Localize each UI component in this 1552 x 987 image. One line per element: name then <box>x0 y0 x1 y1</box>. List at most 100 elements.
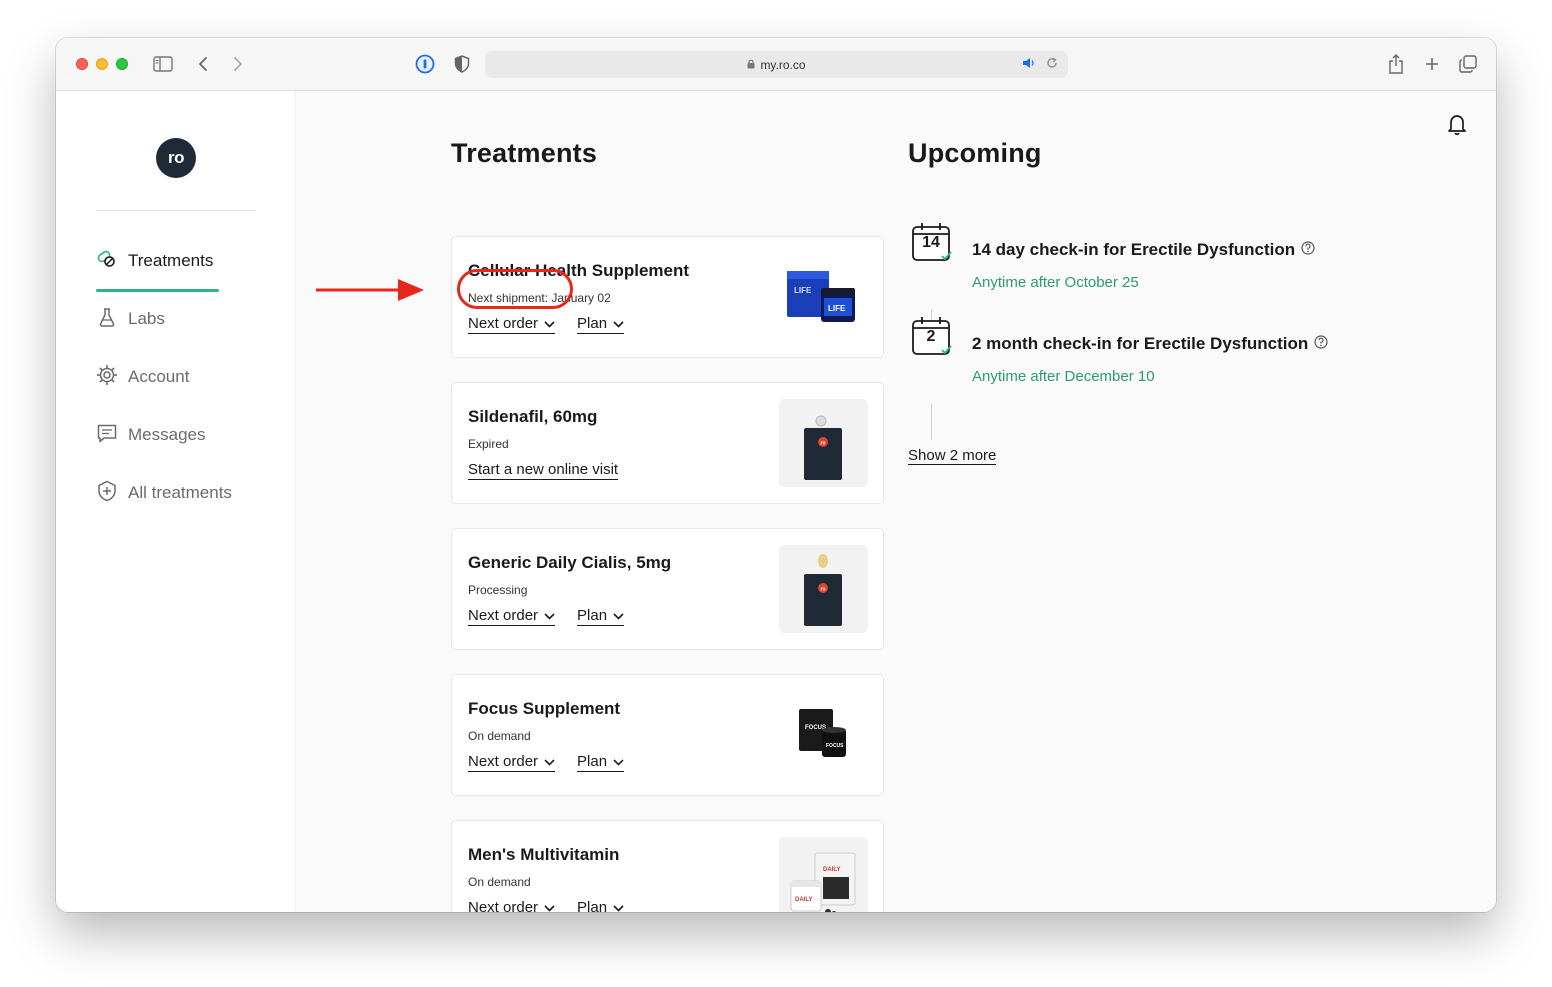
pill-icon <box>96 248 118 275</box>
chevron-down-icon <box>544 899 555 912</box>
plan-dropdown[interactable]: Plan <box>577 607 625 626</box>
calendar-day-number: 2 <box>926 328 936 345</box>
tab-overview-icon[interactable] <box>1458 53 1478 75</box>
treatment-name: Generic Daily Cialis, 5mg <box>468 553 672 572</box>
focus-label-jar: FOCUS <box>826 743 844 749</box>
chevron-down-icon <box>613 753 624 770</box>
life-label-pouch: LIFE <box>794 286 812 295</box>
browser-window: my.ro.co ro Treatments Labs Account Mess… <box>56 38 1496 912</box>
new-tab-icon[interactable] <box>1422 53 1442 75</box>
product-image-mens-multivitamin: DAILY DAILY <box>779 837 868 912</box>
sidebar-divider <box>96 210 256 211</box>
next-order-label: Next order <box>468 899 539 912</box>
daily-label-jar: DAILY <box>795 897 812 903</box>
address-bar[interactable]: my.ro.co <box>485 51 1068 78</box>
treatment-card-cellular-health[interactable]: Cellular Health Supplement Next shipment… <box>451 236 884 358</box>
share-icon[interactable] <box>1386 53 1406 75</box>
lock-icon <box>747 58 755 72</box>
upcoming-title: 14 day check-in for Erectile Dysfunction <box>972 240 1296 259</box>
plan-label: Plan <box>577 899 608 912</box>
sidebar-item-messages[interactable]: Messages <box>96 421 205 449</box>
gear-icon <box>96 364 118 391</box>
life-label-jar: LIFE <box>828 304 846 313</box>
next-order-label: Next order <box>468 753 539 770</box>
upcoming-heading: Upcoming <box>908 138 1042 168</box>
active-nav-indicator <box>96 289 219 292</box>
sidebar-item-label: Labs <box>128 309 165 328</box>
back-icon[interactable] <box>194 53 212 75</box>
chevron-down-icon <box>613 607 624 624</box>
password-manager-icon[interactable] <box>414 53 436 75</box>
treatment-status: Expired <box>468 437 509 451</box>
main-content: Treatments Cellular Health Supplement Ne… <box>296 91 1496 912</box>
sidebar: ro Treatments Labs Account Messages All … <box>56 91 296 912</box>
calendar-day-number: 14 <box>922 234 940 251</box>
upcoming-subtitle: Anytime after December 10 <box>972 368 1155 385</box>
ro-logo[interactable]: ro <box>156 138 196 178</box>
plan-label: Plan <box>577 753 608 770</box>
sidebar-item-label: Treatments <box>128 251 214 270</box>
chevron-down-icon <box>613 315 624 332</box>
url-text: my.ro.co <box>760 57 806 72</box>
next-order-dropdown[interactable]: Next order <box>468 899 555 912</box>
plan-dropdown[interactable]: Plan <box>577 899 624 912</box>
chevron-down-icon <box>613 899 624 912</box>
treatment-status: On demand <box>468 729 531 743</box>
bell-icon[interactable] <box>1446 112 1468 141</box>
treatment-card-focus-supplement[interactable]: Focus Supplement On demand Next order Pl… <box>451 674 884 796</box>
plan-label: Plan <box>577 607 608 624</box>
treatment-card-mens-multivitamin[interactable]: Men's Multivitamin On demand Next order … <box>451 820 884 912</box>
show-more-link[interactable]: Show 2 more <box>908 447 997 465</box>
zoom-window-button[interactable] <box>116 58 128 70</box>
next-order-dropdown[interactable]: Next order <box>468 753 556 772</box>
sidebar-item-treatments[interactable]: Treatments <box>96 247 213 275</box>
close-window-button[interactable] <box>76 58 88 70</box>
sidebar-item-label: All treatments <box>128 483 232 502</box>
daily-label-bag: DAILY <box>823 867 840 873</box>
next-order-dropdown[interactable]: Next order <box>468 607 556 626</box>
treatments-heading: Treatments <box>451 138 598 168</box>
ro-mark-cialis: ro <box>821 587 826 593</box>
sidebar-item-label: Account <box>128 367 190 386</box>
start-online-visit-link[interactable]: Start a new online visit <box>468 461 619 480</box>
plan-label: Plan <box>577 315 608 332</box>
next-order-dropdown[interactable]: Next order <box>468 315 556 334</box>
sidebar-toggle-icon[interactable] <box>152 53 174 75</box>
upcoming-title-row: 14 day check-in for Erectile Dysfunction <box>972 240 1315 260</box>
forward-icon[interactable] <box>229 53 247 75</box>
product-image-focus-supplement: FOCUS FOCUS <box>779 691 868 779</box>
sidebar-item-all-treatments[interactable]: All treatments <box>96 479 232 507</box>
product-image-generic-daily-cialis: ro <box>779 545 868 633</box>
flask-icon <box>96 306 118 333</box>
timeline-connector <box>931 404 932 440</box>
plan-dropdown[interactable]: Plan <box>577 315 625 334</box>
reload-icon[interactable] <box>1046 57 1058 72</box>
upcoming-subtitle: Anytime after October 25 <box>972 274 1139 291</box>
treatment-name: Focus Supplement <box>468 699 621 718</box>
treatment-status: On demand <box>468 875 531 889</box>
sidebar-item-label: Messages <box>128 425 206 444</box>
treatment-status: Next shipment: January 02 <box>468 291 611 305</box>
sidebar-item-labs[interactable]: Labs <box>96 305 165 333</box>
shield-icon[interactable] <box>451 53 473 75</box>
treatment-card-sildenafil[interactable]: Sildenafil, 60mg Expired Start a new onl… <box>451 382 884 504</box>
upcoming-title: 2 month check-in for Erectile Dysfunctio… <box>972 334 1309 353</box>
calendar-check-icon: 2 <box>911 316 953 363</box>
product-image-cellular-health: LIFE LIFE <box>779 253 868 341</box>
upcoming-title-row: 2 month check-in for Erectile Dysfunctio… <box>972 334 1328 354</box>
plan-dropdown[interactable]: Plan <box>577 753 625 772</box>
minimize-window-button[interactable] <box>96 58 108 70</box>
message-icon <box>96 422 118 449</box>
help-circle-icon[interactable] <box>1314 334 1328 354</box>
next-order-label: Next order <box>468 607 539 624</box>
chevron-down-icon <box>544 315 555 332</box>
treatment-card-generic-daily-cialis[interactable]: Generic Daily Cialis, 5mg Processing Nex… <box>451 528 884 650</box>
annotation-arrow <box>316 278 426 307</box>
next-order-label: Next order <box>468 315 539 332</box>
sidebar-item-account[interactable]: Account <box>96 363 189 391</box>
help-circle-icon[interactable] <box>1301 240 1315 260</box>
speaker-icon[interactable] <box>1022 57 1036 72</box>
chevron-down-icon <box>544 753 555 770</box>
treatment-status: Processing <box>468 583 528 597</box>
browser-toolbar: my.ro.co <box>56 38 1496 91</box>
